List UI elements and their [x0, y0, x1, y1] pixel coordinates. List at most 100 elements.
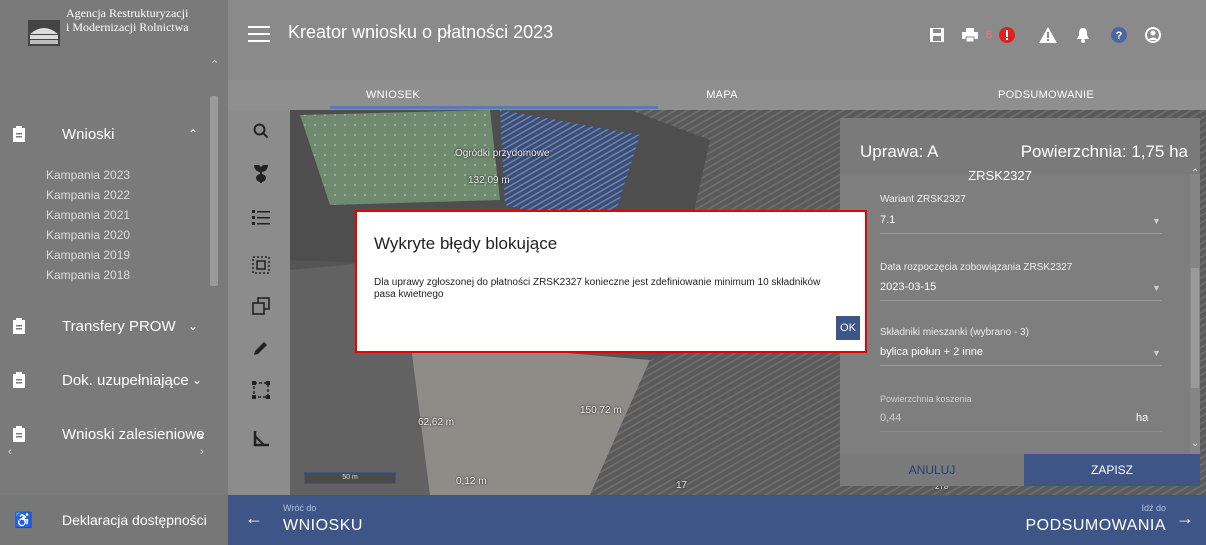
brand-line-2: i Modernizacji Rolnictwa [66, 20, 189, 34]
menu-icon[interactable] [248, 26, 270, 42]
scroll-up-icon[interactable]: ⌃ [210, 58, 219, 71]
dialog-title: Wykryte błędy blokujące [374, 234, 558, 253]
warning-icon[interactable] [1039, 26, 1057, 44]
next-caption: Idź do [1141, 503, 1166, 513]
dropdown-arrow-icon[interactable]: ▼ [1152, 283, 1161, 293]
declaration-label: Deklaracja dostępności [62, 512, 207, 528]
variant-select[interactable]: 7.1 [880, 214, 895, 226]
brand-line-1: Agencja Restrukturyzacji [66, 6, 189, 20]
measure-area-icon[interactable] [250, 379, 272, 401]
svg-text:?: ? [1116, 30, 1123, 42]
next-target: PODSUMOWANIA [1025, 517, 1166, 534]
mowing-area-label: Powierzchnia koszenia [880, 394, 972, 404]
measure-angle-icon[interactable] [250, 428, 272, 450]
chevron-down-icon: ⌄ [188, 319, 199, 333]
save-button[interactable]: ZAPISZ [1024, 454, 1200, 486]
error-icon[interactable] [998, 26, 1016, 44]
scroll-left-icon[interactable]: ‹ [8, 446, 12, 458]
map-label-ogrodki: Ogródki przydomowe [455, 148, 550, 159]
sidebar-subitem-2019[interactable]: Kampania 2019 [46, 248, 130, 262]
accessibility-icon: ♿ [14, 512, 33, 529]
chevron-down-icon: ⌄ [192, 373, 203, 387]
select-area-icon[interactable] [250, 254, 272, 276]
field-underline [880, 300, 1162, 301]
next-button[interactable]: Idź do PODSUMOWANIA → [906, 495, 1206, 545]
layers-list-icon[interactable] [250, 206, 272, 228]
sidebar-item-wnioski[interactable]: Wnioski ⌃ [0, 114, 208, 154]
back-button[interactable]: ← Wróć do WNIOSKU [228, 495, 528, 545]
print-icon[interactable] [961, 26, 979, 44]
scroll-up-icon[interactable]: ⌃ [1191, 168, 1199, 179]
map-label-distance: 62,62 m [418, 417, 455, 428]
copy-shape-icon[interactable] [250, 295, 272, 317]
top-bar: Kreator wniosku o płatności 2023 8 ? [228, 0, 1206, 80]
field-underline [880, 431, 1162, 432]
declaration-link[interactable]: ♿ Deklaracja dostępności [0, 495, 228, 545]
chevron-down-icon: ⌄ [196, 427, 207, 441]
scroll-down-icon[interactable]: ⌄ [1191, 438, 1199, 449]
sidebar-item-label: Wnioski zalesieniowe [62, 425, 205, 443]
sidebar-item-transfery[interactable]: Transfery PROW ⌄ [0, 306, 208, 346]
sidebar-item-dok[interactable]: Dok. uzupełniające ⌄ [0, 360, 208, 400]
bottom-nav: ← Wróć do WNIOSKU Idź do PODSUMOWANIA → [228, 495, 1206, 545]
brand[interactable]: Agencja Restrukturyzacji i Modernizacji … [0, 0, 212, 80]
clipboard-icon [13, 318, 25, 334]
ok-button[interactable]: OK [836, 316, 860, 340]
sidebar-subitem-2023[interactable]: Kampania 2023 [46, 168, 130, 182]
search-icon[interactable] [250, 120, 272, 142]
sidebar-item-zalesieniowe[interactable]: Wnioski zalesieniowe ⌄ [0, 414, 208, 454]
active-tab-indicator [330, 106, 658, 109]
dropdown-arrow-icon[interactable]: ▼ [1152, 348, 1161, 358]
crop-name: Uprawa: A [860, 142, 939, 161]
dialog-message: Dla uprawy zgłoszonej do płatności ZRSK2… [374, 277, 821, 300]
mix-components-label: Składniki mieszanki (wybrano - 3) [880, 327, 1029, 338]
plant-icon[interactable] [250, 163, 272, 185]
clipboard-icon [13, 126, 25, 142]
clipboard-icon [13, 372, 25, 388]
arrow-left-icon: ← [245, 508, 263, 528]
account-icon[interactable] [1144, 26, 1162, 44]
sidebar-subitem-2021[interactable]: Kampania 2021 [46, 208, 130, 222]
tab-podsumowanie[interactable]: PODSUMOWANIE [886, 80, 1206, 110]
sidebar-item-label: Transfery PROW [62, 317, 176, 335]
variant-label: Wariant ZRSK2327 [880, 194, 966, 205]
mix-components-select[interactable]: bylica piołun + 2 inne [880, 346, 983, 358]
sidebar-subitem-2020[interactable]: Kampania 2020 [46, 228, 130, 242]
save-icon[interactable] [928, 26, 946, 44]
bell-icon[interactable] [1074, 26, 1092, 44]
help-icon[interactable]: ? [1110, 26, 1128, 44]
back-target: WNIOSKU [283, 517, 363, 534]
sidebar: Agencja Restrukturyzacji i Modernizacji … [0, 0, 228, 545]
cancel-button[interactable]: ANULUJ [840, 454, 1024, 486]
brand-name: Agencja Restrukturyzacji i Modernizacji … [66, 6, 189, 34]
error-dialog: Wykryte błędy blokujące Dla uprawy zgłos… [355, 210, 867, 353]
sidebar-item-label: Dok. uzupełniające [62, 371, 189, 389]
sidebar-item-label: Wnioski [62, 125, 115, 143]
panel-header: Uprawa: A Powierzchnia: 1,75 ha [840, 118, 1200, 174]
start-date-select[interactable]: 2023-03-15 [880, 281, 936, 293]
panel-footer: ANULUJ ZAPISZ [840, 454, 1200, 486]
scheme-code: ZRSK2327 [968, 168, 1032, 183]
mowing-area-unit: ha [1136, 412, 1149, 424]
scale-bar: 50 m [304, 472, 396, 484]
arimr-logo [28, 20, 60, 46]
error-count-badge: 8 [985, 29, 993, 41]
sidebar-subitem-2022[interactable]: Kampania 2022 [46, 188, 130, 202]
map-label-distance: 150,72 m [580, 405, 622, 416]
pencil-icon[interactable] [250, 337, 272, 359]
map-label-parcel: 17 [676, 480, 688, 491]
map-toolbar [228, 110, 290, 495]
sidebar-scrollbar[interactable] [210, 96, 218, 286]
crop-panel: Uprawa: A Powierzchnia: 1,75 ha ZRSK2327… [840, 118, 1200, 486]
dropdown-arrow-icon[interactable]: ▼ [1152, 216, 1161, 226]
panel-scrollbar-thumb[interactable] [1191, 268, 1199, 388]
start-date-label: Data rozpoczęcia zobowiązania ZRSK2327 [880, 262, 1073, 273]
crop-area: Powierzchnia: 1,75 ha [1020, 142, 1188, 161]
chevron-up-icon: ⌃ [188, 127, 199, 141]
mowing-area-value: 0,44 [880, 412, 902, 424]
back-caption: Wróć do [283, 503, 317, 513]
sidebar-subitem-2018[interactable]: Kampania 2018 [46, 268, 130, 282]
scroll-right-icon[interactable]: › [200, 446, 204, 458]
map-label-distance: 0,12 m [456, 476, 487, 487]
clipboard-icon [13, 426, 25, 442]
